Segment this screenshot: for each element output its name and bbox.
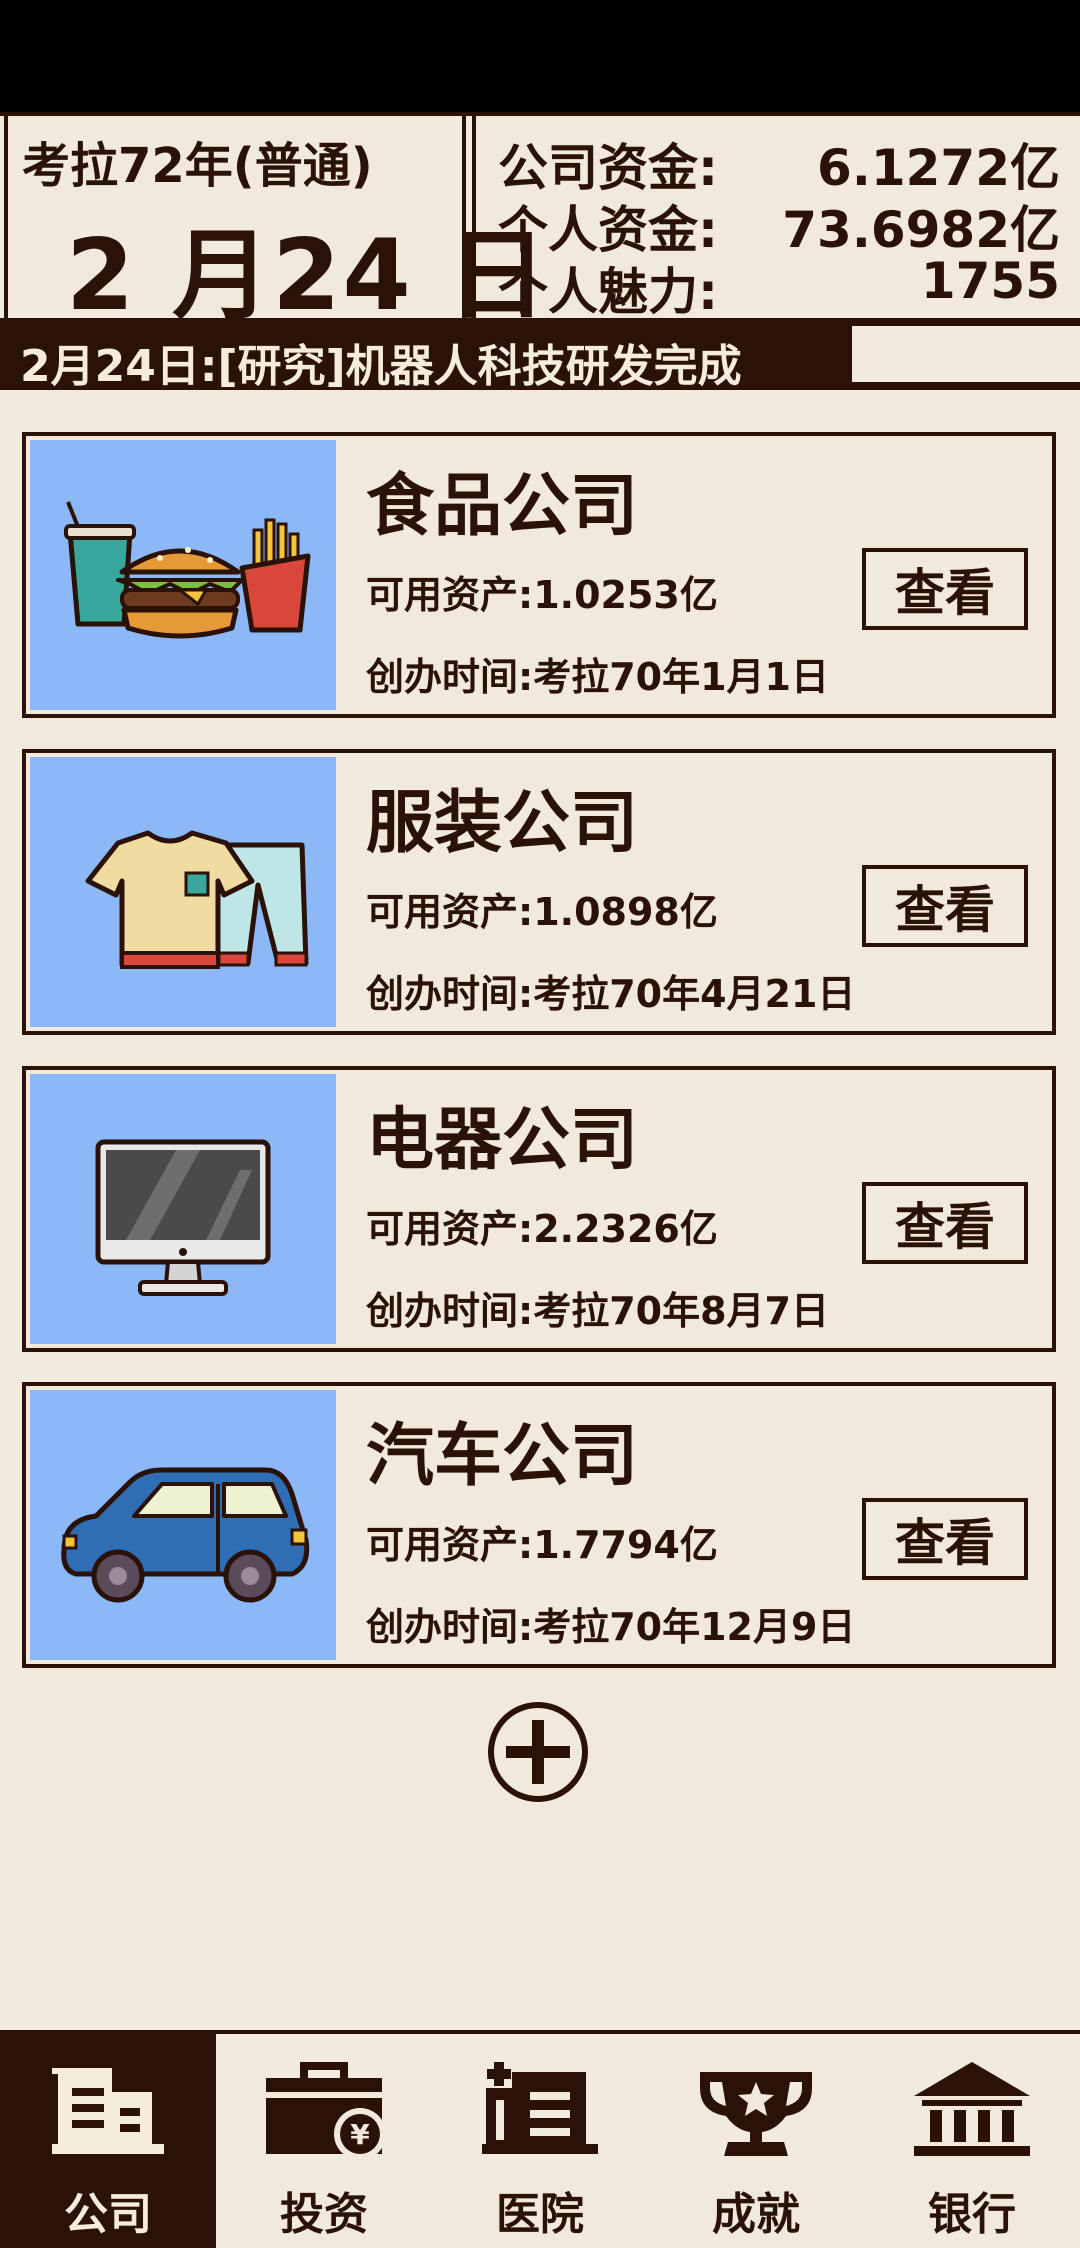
charisma-value: 1755 xyxy=(920,252,1060,310)
plus-circle-icon xyxy=(488,1702,588,1802)
era-label: 考拉72年(普通) xyxy=(22,138,373,194)
company-name: 服装公司 xyxy=(366,784,639,863)
add-company-button[interactable] xyxy=(486,1700,590,1804)
news-ticker: 2月24日:[研究]机器人科技研发完成 xyxy=(0,322,1080,392)
nav-tab-company[interactable]: 公司 xyxy=(0,2034,216,2248)
charisma-label: 个人魅力: xyxy=(498,263,718,321)
nav-label: 投资 xyxy=(280,2189,368,2240)
company-name: 电器公司 xyxy=(366,1101,639,1180)
trophy-icon xyxy=(700,2072,812,2156)
car-icon xyxy=(30,1390,336,1660)
nav-label: 公司 xyxy=(64,2189,152,2240)
company-card-food[interactable]: 食品公司 可用资产:1.0253亿 创办时间:考拉70年1月1日 查看 xyxy=(22,432,1056,718)
company-card-car[interactable]: 汽车公司 可用资产:1.7794亿 创办时间:考拉70年12月9日 查看 xyxy=(22,1382,1056,1668)
company-assets: 可用资产:2.2326亿 xyxy=(366,1207,718,1251)
news-text: 2月24日:[研究]机器人科技研发完成 xyxy=(20,341,742,392)
nav-tab-invest[interactable]: ¥ 投资 xyxy=(216,2034,432,2248)
company-assets: 可用资产:1.7794亿 xyxy=(366,1523,718,1567)
clothing-icon xyxy=(30,757,336,1027)
company-name: 食品公司 xyxy=(366,467,639,546)
company-assets: 可用资产:1.0253亿 xyxy=(366,573,718,617)
date-panel: 考拉72年(普通) 2 月24 日 xyxy=(4,116,547,333)
view-button[interactable]: 查看 xyxy=(862,548,1028,630)
company-founded-date: 创办时间:考拉70年12月9日 xyxy=(366,1605,856,1649)
company-founded-date: 创办时间:考拉70年1月1日 xyxy=(366,655,829,699)
bottom-nav: 公司 ¥ 投资 医院 成就 银行 xyxy=(0,2030,1080,2248)
nav-label: 成就 xyxy=(712,2189,800,2240)
company-funds-row: 公司资金: 6.1272亿 xyxy=(498,128,1060,197)
company-building-icon xyxy=(52,2068,164,2154)
company-name: 汽车公司 xyxy=(366,1417,639,1496)
briefcase-yen-icon: ¥ xyxy=(266,2062,386,2160)
nav-tab-bank[interactable]: 银行 xyxy=(864,2034,1080,2248)
company-card-clothing[interactable]: 服装公司 可用资产:1.0898亿 创办时间:考拉70年4月21日 查看 xyxy=(22,749,1056,1035)
charisma-row: 个人魅力: 1755 xyxy=(498,252,1060,321)
nav-tab-hospital[interactable]: 医院 xyxy=(432,2034,648,2248)
food-icon xyxy=(30,440,336,710)
news-ticker-gap xyxy=(852,326,1080,382)
hospital-icon xyxy=(482,2062,598,2154)
status-bar xyxy=(0,0,1080,112)
nav-label: 医院 xyxy=(496,2189,584,2240)
monitor-icon xyxy=(30,1074,336,1344)
bank-icon xyxy=(914,2062,1030,2156)
company-founded-date: 创办时间:考拉70年8月7日 xyxy=(366,1289,829,1333)
view-button[interactable]: 查看 xyxy=(862,1182,1028,1264)
nav-label: 银行 xyxy=(928,2189,1016,2240)
nav-tab-achievement[interactable]: 成就 xyxy=(648,2034,864,2248)
header-panel: 考拉72年(普通) 2 月24 日 公司资金: 6.1272亿 个人资金: 73… xyxy=(0,112,1080,333)
personal-funds-row: 个人资金: 73.6982亿 xyxy=(498,190,1060,259)
view-button[interactable]: 查看 xyxy=(862,1498,1028,1580)
company-card-electronics[interactable]: 电器公司 可用资产:2.2326亿 创办时间:考拉70年8月7日 查看 xyxy=(22,1066,1056,1352)
stats-panel: 公司资金: 6.1272亿 个人资金: 73.6982亿 个人魅力: 1755 xyxy=(472,116,1076,321)
company-assets: 可用资产:1.0898亿 xyxy=(366,890,718,934)
view-button[interactable]: 查看 xyxy=(862,865,1028,947)
svg-text:¥: ¥ xyxy=(350,2118,370,2151)
company-founded-date: 创办时间:考拉70年4月21日 xyxy=(366,972,856,1016)
